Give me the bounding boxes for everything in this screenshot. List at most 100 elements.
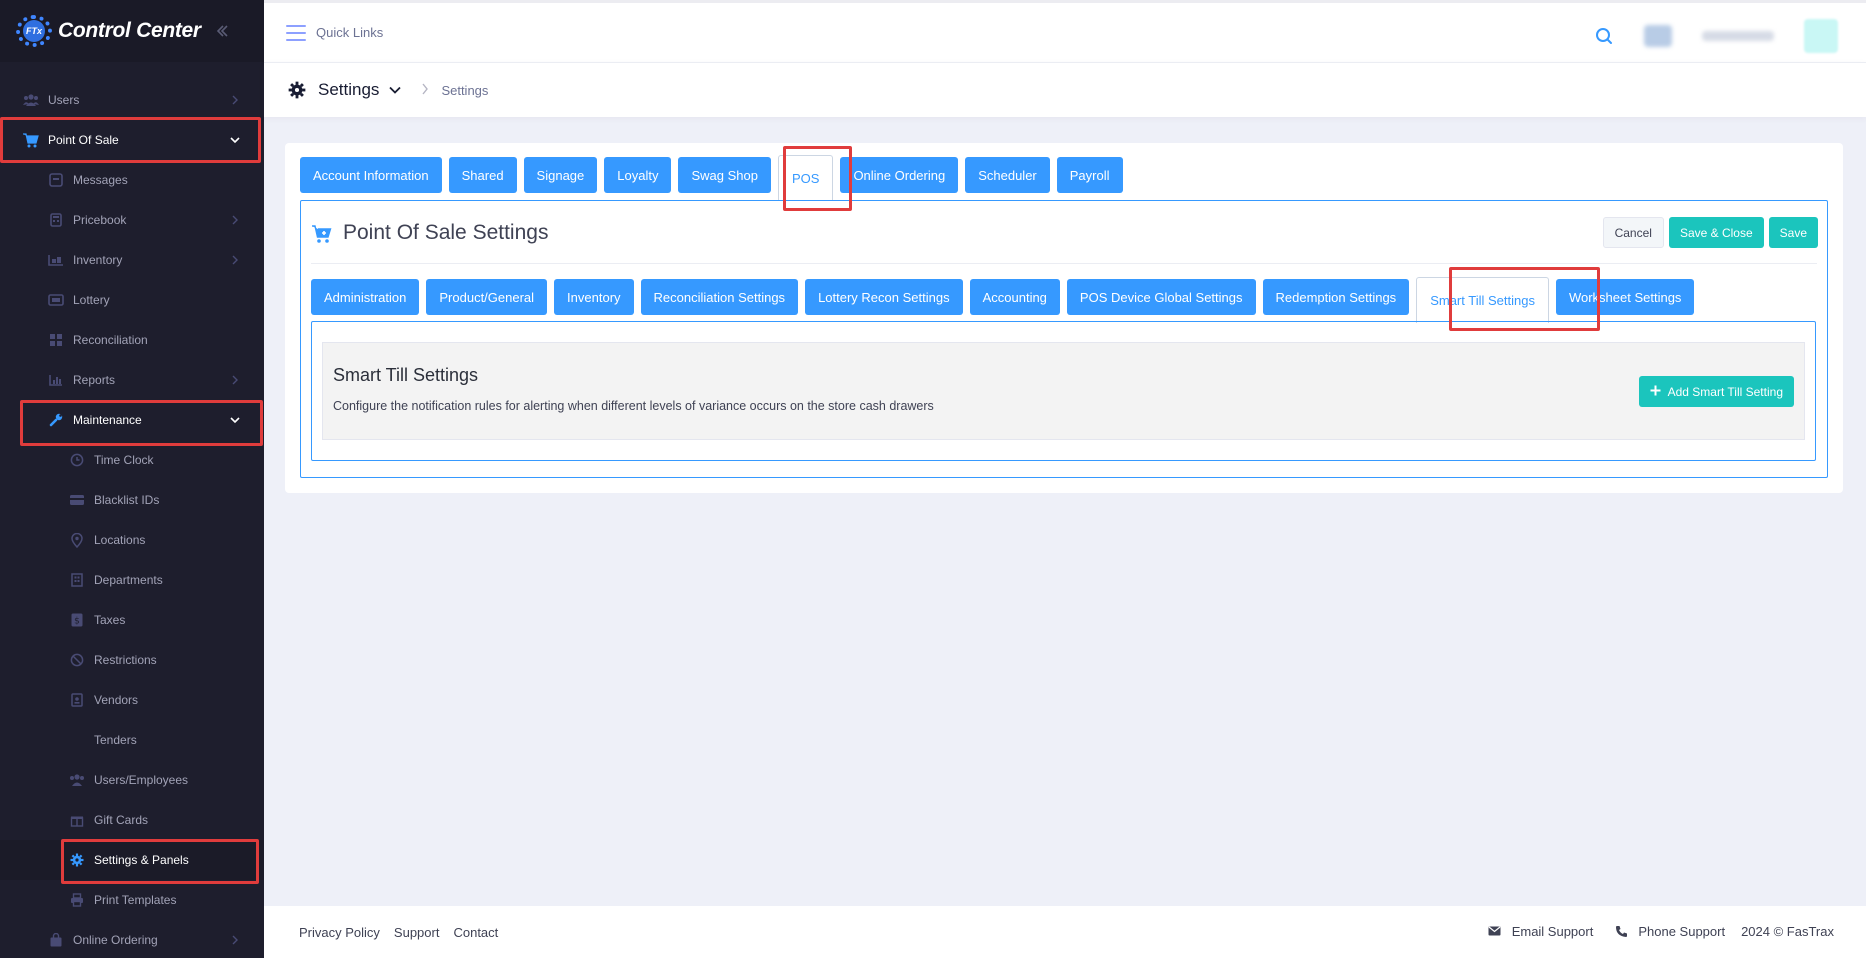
tab-lottery-recon-settings[interactable]: Lottery Recon Settings (805, 279, 963, 315)
page-title[interactable]: Settings (318, 80, 379, 100)
action-buttons: Cancel Save & Close Save (1602, 217, 1818, 248)
sidebar-item-maintenance[interactable]: Maintenance (0, 400, 264, 440)
sidebar-item-locations[interactable]: Locations (0, 520, 264, 560)
gear-icon (68, 851, 86, 869)
sidebar-item-restrictions[interactable]: Restrictions (0, 640, 264, 680)
tab-pos-device-global-settings[interactable]: POS Device Global Settings (1066, 279, 1256, 315)
search-icon[interactable] (1594, 26, 1614, 46)
chevron-right-icon (228, 373, 242, 387)
tab-administration[interactable]: Administration (311, 279, 420, 315)
sidebar-item-inventory[interactable]: Inventory (0, 240, 264, 280)
sidebar-item-reconciliation[interactable]: Reconciliation (0, 320, 264, 360)
add-button-label: Add Smart Till Setting (1667, 384, 1783, 399)
id-card-icon (68, 491, 86, 509)
tab-smart-till-settings[interactable]: Smart Till Settings (1416, 277, 1549, 323)
tab-redemption-settings[interactable]: Redemption Settings (1262, 279, 1410, 315)
clock-icon (68, 451, 86, 469)
tab-product-general[interactable]: Product/General (426, 279, 548, 315)
sidebar-item-label: Maintenance (73, 413, 142, 427)
vendor-icon (68, 691, 86, 709)
chart-icon (47, 371, 65, 389)
sidebar-item-print-templates[interactable]: Print Templates (0, 880, 264, 920)
calculator-icon (47, 211, 65, 229)
tab-account-information[interactable]: Account Information (300, 157, 442, 193)
chevron-down-icon[interactable] (389, 83, 403, 97)
support-link[interactable]: Support (394, 925, 440, 940)
smart-till-description: Configure the notification rules for ale… (333, 399, 934, 413)
chevron-right-icon (228, 253, 242, 267)
footer-links: Privacy Policy Support Contact (299, 925, 498, 940)
menu-icon[interactable] (286, 24, 306, 41)
tab-accounting[interactable]: Accounting (969, 279, 1060, 315)
breadcrumb-separator-icon (421, 83, 429, 98)
sidebar-item-label: Users (48, 93, 80, 107)
save-close-button[interactable]: Save & Close (1668, 217, 1764, 248)
tab-scheduler[interactable]: Scheduler (965, 157, 1050, 193)
tab-worksheet-settings[interactable]: Worksheet Settings (1555, 279, 1695, 315)
envelope-icon (1487, 923, 1503, 939)
message-icon (47, 171, 65, 189)
tab-online-ordering[interactable]: Online Ordering (840, 157, 959, 193)
sidebar-item-label: Settings & Panels (94, 853, 189, 867)
sidebar-item-label: Restrictions (94, 653, 157, 667)
plus-icon (1650, 385, 1661, 399)
email-support-link[interactable]: Email Support (1512, 924, 1594, 939)
sidebar-item-time-clock[interactable]: Time Clock (0, 440, 264, 480)
avatar[interactable] (1804, 19, 1838, 53)
sidebar-item-lottery[interactable]: Lottery (0, 280, 264, 320)
header-toolbar (1594, 19, 1838, 53)
main-tabs: Account Information Shared Signage Loyal… (300, 155, 1130, 201)
gear-icon (288, 81, 306, 99)
sidebar-item-vendors[interactable]: Vendors (0, 680, 264, 720)
cancel-button[interactable]: Cancel (1602, 217, 1664, 248)
contact-link[interactable]: Contact (453, 925, 498, 940)
sidebar-item-reports[interactable]: Reports (0, 360, 264, 400)
tab-shared[interactable]: Shared (448, 157, 517, 193)
ftx-logo: FTx (14, 13, 54, 49)
tab-reconciliation-settings[interactable]: Reconciliation Settings (640, 279, 799, 315)
tab-payroll[interactable]: Payroll (1056, 157, 1123, 193)
sidebar-item-label[interactable]: Tenders (94, 733, 137, 747)
sidebar-item-messages[interactable]: Messages (0, 160, 264, 200)
notifications-icon[interactable] (1644, 25, 1672, 47)
gift-icon (68, 811, 86, 829)
sidebar-item-label: Pricebook (73, 213, 127, 227)
sidebar-item-online-ordering[interactable]: Online Ordering (0, 920, 264, 958)
sidebar-item-pricebook[interactable]: Pricebook (0, 200, 264, 240)
privacy-policy-link[interactable]: Privacy Policy (299, 925, 380, 940)
sidebar: FTx Control Center Users Point Of Sale M… (0, 0, 264, 958)
save-button[interactable]: Save (1768, 217, 1818, 248)
users-icon (68, 771, 86, 789)
sidebar-item-blacklist-ids[interactable]: Blacklist IDs (0, 480, 264, 520)
tab-loyalty[interactable]: Loyalty (604, 157, 672, 193)
inventory-icon (47, 251, 65, 269)
ticket-icon (47, 291, 65, 309)
sidebar-item-label: Inventory (73, 253, 123, 267)
collapse-sidebar-icon[interactable] (210, 19, 234, 43)
user-greeting[interactable] (1702, 31, 1774, 41)
phone-support-link[interactable]: Phone Support (1638, 924, 1725, 939)
tab-inventory[interactable]: Inventory (554, 279, 634, 315)
sidebar-item-settings-panels[interactable]: Settings & Panels (0, 840, 264, 880)
smart-till-notice: Smart Till Settings Configure the notifi… (322, 342, 1805, 440)
sidebar-item-gift-cards[interactable]: Gift Cards (0, 800, 264, 840)
sidebar-item-users[interactable]: Users (0, 80, 264, 120)
quick-links[interactable]: Quick Links (316, 25, 383, 40)
dollar-icon: $ (68, 611, 86, 629)
sidebar-item-label: Point Of Sale (48, 133, 119, 147)
sidebar-item-point-of-sale[interactable]: Point Of Sale (0, 120, 264, 160)
tab-pos[interactable]: POS (777, 155, 834, 201)
app-title: Control Center (58, 19, 201, 42)
section-title: Point Of Sale Settings (343, 221, 549, 244)
sidebar-item-departments[interactable]: Departments (0, 560, 264, 600)
ban-icon (68, 651, 86, 669)
chevron-down-icon (228, 133, 242, 147)
sidebar-item-taxes[interactable]: $ Taxes (0, 600, 264, 640)
sidebar-item-label: Lottery (73, 293, 110, 307)
tab-signage[interactable]: Signage (523, 157, 598, 193)
tab-swag-shop[interactable]: Swag Shop (678, 157, 771, 193)
cart-plus-icon (311, 223, 333, 245)
breadcrumb[interactable]: Settings (441, 83, 488, 98)
add-smart-till-setting-button[interactable]: Add Smart Till Setting (1638, 376, 1794, 407)
sidebar-item-users-employees[interactable]: Users/Employees (0, 760, 264, 800)
